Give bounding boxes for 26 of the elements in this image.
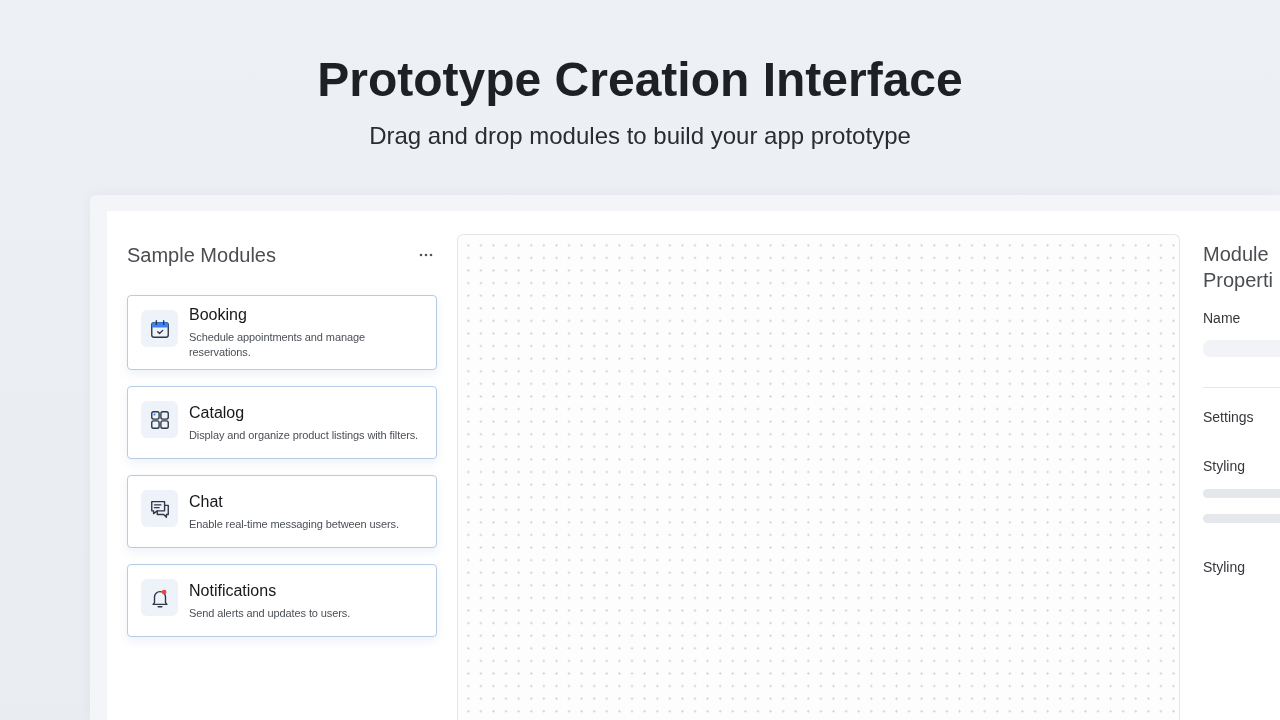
page-title: Prototype Creation Interface	[317, 52, 963, 108]
module-card[interactable]: Chat Enable real-time messaging between users.	[127, 475, 437, 548]
module-title: Chat	[189, 491, 224, 512]
more-icon[interactable]	[419, 253, 433, 257]
module-description: Schedule appointments and manage reservations.	[189, 330, 366, 360]
bell-icon	[141, 579, 178, 616]
module-description: Enable real-time messaging between users.	[189, 516, 399, 532]
module-description: Display and organize product listings with filters.	[189, 427, 419, 443]
module-card[interactable]: Booking Schedule appointments and manage reservations.	[127, 295, 437, 370]
module-card[interactable]: Catalog Display and organize product listings with filters.	[127, 386, 437, 459]
page-subtitle: Drag and drop modules to build your app prototype	[369, 121, 911, 151]
property-label: Styling	[1203, 558, 1247, 576]
module-card[interactable]: Notifications Send alerts and updates to users.	[127, 564, 437, 637]
chat-bubbles-icon	[141, 490, 178, 527]
module-title: Notifications	[189, 580, 278, 601]
grid-icon	[141, 401, 178, 438]
panel-title: Module Properti	[1203, 242, 1275, 293]
panel-title: Sample Modules	[127, 243, 276, 268]
dot-grid-canvas[interactable]	[457, 234, 1180, 720]
calendar-icon	[141, 310, 178, 347]
module-title: Booking	[189, 305, 248, 325]
property-label: Styling	[1203, 457, 1247, 475]
property-label: Name	[1203, 309, 1242, 327]
module-title: Catalog	[189, 402, 246, 423]
module-description: Send alerts and updates to users.	[189, 605, 351, 621]
property-label: Settings	[1203, 408, 1255, 426]
